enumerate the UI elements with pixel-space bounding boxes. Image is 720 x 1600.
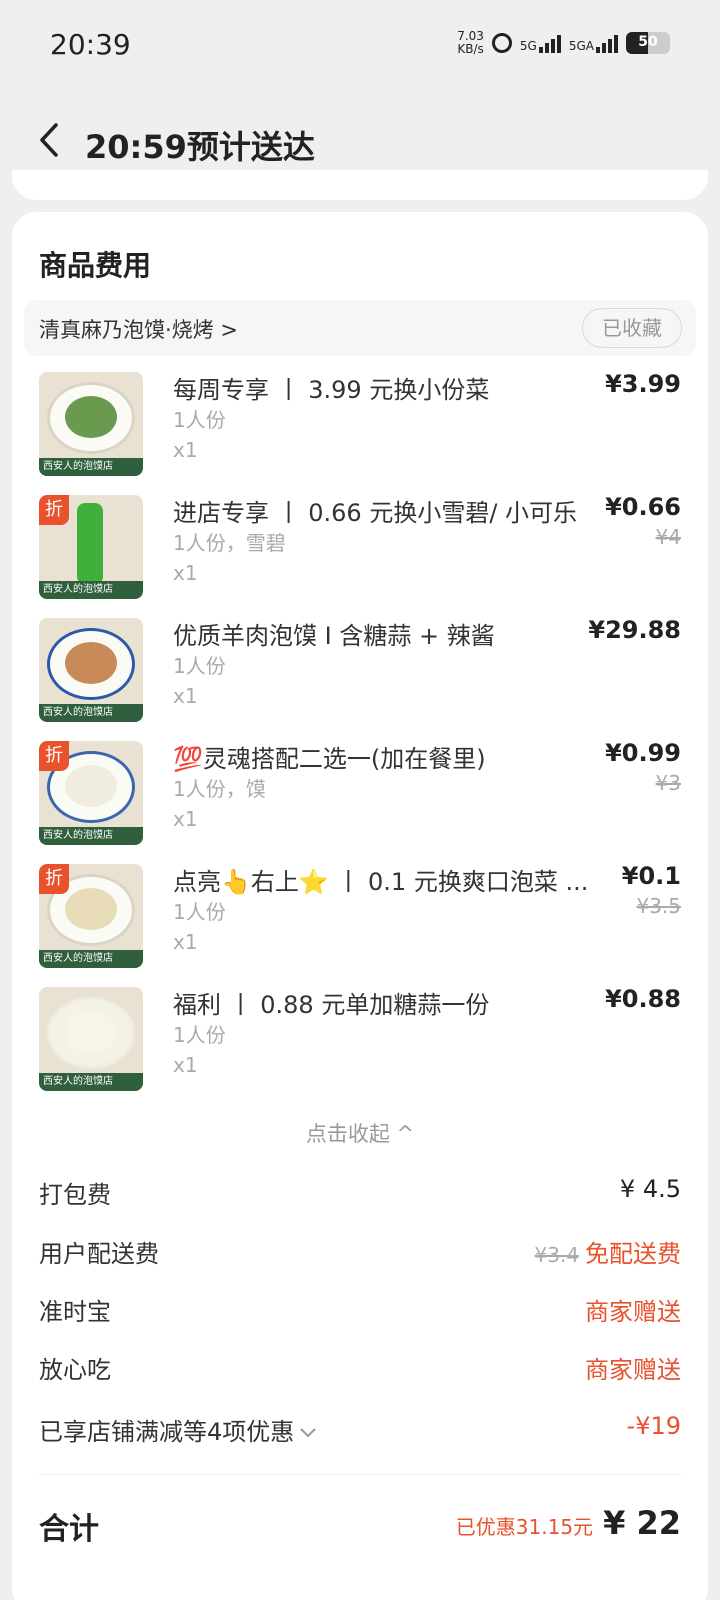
item-price: ¥29.88 [588,616,681,644]
item-spec: 1人份，馍 [173,777,266,801]
fee-value: ¥ 4.5 [619,1175,681,1203]
collapse-button[interactable]: 点击收起 ^ [12,1118,708,1148]
shop-name[interactable]: 清真麻乃泡馍·烧烤 > [39,314,238,344]
item-thumbnail: 西安人的泡馍店 [39,987,143,1091]
item-original-price: ¥3 [655,771,681,795]
item-qty: x1 [173,561,198,585]
item-qty: x1 [173,684,198,708]
item-price: ¥0.66 [605,493,681,521]
discount-badge: 折 [39,741,69,771]
soda-bottle-icon [77,503,103,583]
item-thumbnail: 西安人的泡馍店 折 [39,495,143,599]
item-spec: 1人份 [173,408,226,432]
fee-row-packing: 打包费 ¥ 4.5 [39,1175,681,1215]
item-thumbnail: 西安人的泡馍店 [39,618,143,722]
item-spec: 1人份 [173,654,226,678]
battery-icon: 50 [626,32,670,54]
status-time: 20:39 [50,28,131,61]
fee-value: 商家赠送 [585,1298,681,1326]
item-name: 点亮👆右上⭐ 丨 0.1 元换爽口泡菜 ... [173,868,589,896]
signal-5ga: 5GA [569,33,618,53]
item-price: ¥0.1 [621,862,681,890]
fee-label: 放心吃 [39,1356,111,1384]
alarm-icon [491,33,512,53]
fee-label: 用户配送费 [39,1240,159,1268]
previous-card [12,170,708,200]
discount-toggle[interactable]: 已享店铺满减等4项优惠 [39,1412,318,1447]
back-button[interactable] [38,122,60,167]
item-original-price: ¥3.5 [636,894,681,918]
signal-label-1: 5G [519,39,537,53]
discount-badge: 折 [39,864,69,894]
signal-5g: 5G [520,33,561,53]
total-summary: 已优惠31.15元 ¥ 22 [456,1504,681,1542]
total-saved: 已优惠31.15元 [455,1515,594,1539]
fee-card: 商品费用 清真麻乃泡馍·烧烤 > 已收藏 西安人的泡馍店 每周专享 丨 3.99… [12,212,708,1600]
item-name: 每周专享 丨 3.99 元换小份菜 [173,376,490,404]
item-name: 福利 丨 0.88 元单加糖蒜一份 [173,991,490,1019]
list-item[interactable]: 西安人的泡馍店 折 点亮👆右上⭐ 丨 0.1 元换爽口泡菜 ... 1人份 x1… [39,862,681,974]
signal-bars-icon [538,33,561,53]
item-spec: 1人份，雪碧 [173,531,286,555]
fee-original: ¥3.4 [534,1243,579,1267]
net-speed-unit: KB/s [457,42,484,56]
status-bar: 20:39 7.03 KB/s 5G 5GA 50 [0,0,720,90]
total-amount: ¥ 22 [603,1504,681,1542]
item-thumbnail: 西安人的泡馍店 折 [39,741,143,845]
fee-row-delivery: 用户配送费 ¥3.4 免配送费 [39,1234,681,1274]
item-original-price: ¥4 [655,525,681,549]
favorite-button[interactable]: 已收藏 [582,308,682,348]
page-header: 20:59预计送达 [0,100,720,180]
list-item[interactable]: 西安人的泡馍店 优质羊肉泡馍 I 含糖蒜 + 辣酱 1人份 x1 ¥29.88 [39,616,681,728]
shop-bar[interactable]: 清真麻乃泡馍·烧烤 > 已收藏 [24,300,696,356]
item-price: ¥3.99 [605,370,681,398]
signal-bars-icon [596,33,618,53]
item-name: 💯灵魂搭配二选一(加在餐里) [173,745,486,773]
section-title: 商品费用 [39,249,152,282]
discount-badge: 折 [39,495,69,525]
list-item[interactable]: 西安人的泡馍店 每周专享 丨 3.99 元换小份菜 1人份 x1 ¥3.99 [39,370,681,482]
item-thumbnail: 西安人的泡馍店 折 [39,864,143,968]
battery-level: 50 [638,34,658,50]
list-item[interactable]: 西安人的泡馍店 福利 丨 0.88 元单加糖蒜一份 1人份 x1 ¥0.88 [39,985,681,1097]
fee-value: 免配送费 [585,1240,681,1268]
item-name: 优质羊肉泡馍 I 含糖蒜 + 辣酱 [173,622,495,650]
fee-row-discount[interactable]: 已享店铺满减等4项优惠 -¥19 [39,1412,681,1452]
fee-label: 已享店铺满减等4项优惠 [39,1418,295,1446]
list-item[interactable]: 西安人的泡馍店 折 💯灵魂搭配二选一(加在餐里) 1人份，馍 x1 ¥0.99 … [39,739,681,851]
fee-value: -¥19 [626,1412,681,1440]
item-qty: x1 [173,438,198,462]
fee-label: 准时宝 [39,1298,111,1326]
chevron-left-icon [40,123,58,157]
page-title: 20:59预计送达 [85,128,315,166]
fee-value: 商家赠送 [585,1356,681,1384]
item-spec: 1人份 [173,900,226,924]
item-thumbnail: 西安人的泡馍店 [39,372,143,476]
item-qty: x1 [173,807,198,831]
item-spec: 1人份 [173,1023,226,1047]
item-qty: x1 [173,930,198,954]
fee-row-ontime[interactable]: 准时宝 商家赠送 [39,1292,681,1332]
item-price: ¥0.99 [605,739,681,767]
divider [39,1474,681,1475]
signal-label-2: 5GA [568,39,594,53]
fee-label: 打包费 [39,1181,111,1209]
item-price: ¥0.88 [605,985,681,1013]
status-icons: 7.03 KB/s 5G 5GA 50 [457,30,670,56]
item-qty: x1 [173,1053,198,1077]
fee-row-safe[interactable]: 放心吃 商家赠送 [39,1350,681,1390]
chevron-down-icon [300,1428,316,1438]
net-speed: 7.03 KB/s [457,30,484,56]
total-label: 合计 [39,1512,99,1547]
list-item[interactable]: 西安人的泡馍店 折 进店专享 丨 0.66 元换小雪碧/ 小可乐 1人份，雪碧 … [39,493,681,605]
item-name: 进店专享 丨 0.66 元换小雪碧/ 小可乐 [173,499,578,527]
